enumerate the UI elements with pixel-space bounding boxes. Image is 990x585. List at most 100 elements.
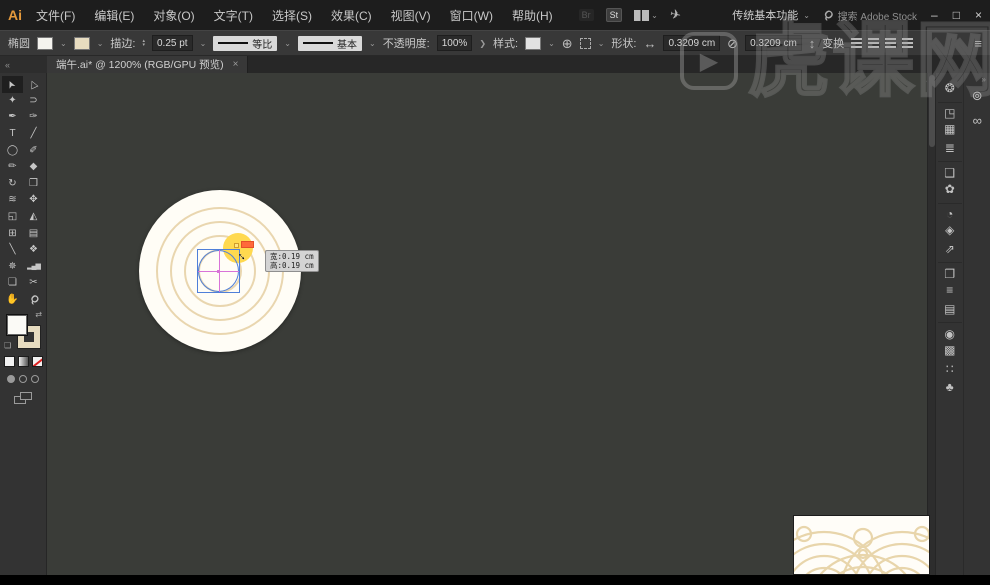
draw-normal-icon[interactable] (7, 375, 15, 383)
seigaiha-pattern-preview[interactable] (793, 515, 930, 575)
toolbar-tool-symbol-sprayer[interactable]: ✵ (2, 259, 23, 276)
dock-icon-artboards[interactable]: ❐ (938, 262, 962, 281)
menu-item[interactable]: 编辑(E) (94, 7, 134, 24)
document-setup-icon[interactable]: ⊕ (562, 37, 573, 50)
menu-item[interactable]: 帮助(H) (512, 7, 553, 24)
toolbar-tool-width[interactable]: ≋ (2, 192, 23, 209)
scrollbar-thumb[interactable] (929, 75, 935, 147)
document-tab[interactable]: 端午.ai* @ 1200% (RGB/GPU 预览) × (47, 56, 248, 73)
menu-item[interactable]: 文件(F) (36, 7, 75, 24)
toolbar-tool-scale[interactable]: ❒ (23, 176, 44, 193)
dock-icon-libraries[interactable]: ⊚ (965, 84, 989, 108)
menu-item[interactable]: 视图(V) (391, 7, 431, 24)
tab-close-icon[interactable]: × (233, 59, 239, 70)
dock-icon-brushes[interactable]: ∷ (938, 359, 962, 378)
toolbar-tool-mesh[interactable]: ⊞ (2, 225, 23, 242)
vertical-scrollbar[interactable] (927, 73, 935, 575)
chevron-down-icon[interactable]: ⌄ (284, 39, 291, 48)
toolbar-tool-direct-selection[interactable]: ▷ (23, 76, 44, 93)
link-dimensions-icon[interactable]: ⊘ (727, 37, 738, 50)
toolbar-tool-paintbrush[interactable]: ✐ (23, 142, 44, 159)
selection-bounding-box[interactable] (197, 249, 240, 293)
share-icon[interactable]: ✈ (668, 6, 682, 24)
maximize-button[interactable]: □ (953, 8, 960, 22)
menu-item[interactable]: 文字(T) (214, 7, 253, 24)
dock-icon-swatches[interactable]: ▦ (938, 120, 962, 139)
toolbar-tool-eraser[interactable]: ◆ (23, 159, 44, 176)
fill-color-swatch[interactable] (37, 37, 53, 50)
none-button[interactable] (32, 356, 43, 367)
workspace-switcher[interactable]: 传统基本功能⌄ (732, 7, 810, 23)
dock-icon-symbols[interactable]: ▩ (938, 341, 962, 360)
toolbar-tool-pen[interactable]: ✒ (2, 109, 23, 126)
dock-icon-align[interactable]: ≣ (938, 139, 962, 158)
stroke-weight-stepper[interactable]: ▴▾ (142, 39, 145, 47)
stroke-color-swatch[interactable] (74, 37, 90, 50)
align-icon[interactable] (868, 38, 879, 48)
screen-mode-icon[interactable] (14, 392, 32, 404)
canvas-area[interactable]: ↕ 宽:0.19 cm 高:0.19 cm (47, 73, 935, 575)
swap-fill-stroke-icon[interactable]: ⇄ (35, 310, 42, 319)
bridge-icon[interactable]: Br (579, 9, 594, 21)
toolbar-tool-artboard[interactable]: ❏ (2, 275, 23, 292)
align-icon[interactable] (902, 38, 913, 48)
toolbar-collapse-icon[interactable]: « (0, 56, 47, 73)
toolbar-tool-shape-builder[interactable]: ◱ (2, 209, 23, 226)
close-button[interactable]: × (975, 8, 982, 22)
chevron-down-icon[interactable]: ⌄ (369, 39, 376, 48)
gradient-button[interactable] (18, 356, 29, 367)
dock-icon-export[interactable]: ⇗ (938, 240, 962, 259)
dock-icon-color-guide[interactable]: ◳ (938, 102, 962, 121)
toolbar-tool-eyedropper[interactable]: ╲ (2, 242, 23, 259)
chevron-down-icon[interactable]: ⌄ (97, 39, 104, 48)
draw-inside-icon[interactable] (31, 375, 39, 383)
chevron-down-icon[interactable]: ⌄ (548, 39, 555, 48)
toolbar-tool-hand[interactable]: ✋ (2, 292, 23, 309)
fill-indicator-swatch[interactable] (6, 314, 28, 336)
menu-item[interactable]: 选择(S) (272, 7, 312, 24)
align-icon[interactable] (885, 38, 896, 48)
stock-search-input[interactable]: Q 搜索 Adobe Stock (824, 8, 917, 23)
toolbar-tool-zoom[interactable]: Q (23, 292, 44, 309)
stock-icon[interactable]: St (606, 8, 623, 22)
dock-icon-gradient-annotator[interactable]: ▤ (938, 300, 962, 319)
dock-icon-color-themes[interactable]: ✿ (938, 180, 962, 199)
shape-width-field[interactable]: 0.3209 cm (663, 35, 720, 51)
dock-icon-appearance[interactable]: ◉ (938, 322, 962, 341)
align-icon[interactable] (851, 38, 862, 48)
draw-behind-icon[interactable] (19, 375, 27, 383)
dock-icon-symbol-libraries[interactable]: ♣ (938, 378, 962, 397)
toolbar-tool-blend[interactable]: ❖ (23, 242, 44, 259)
toolbar-tool-line-segment[interactable]: ╱ (23, 126, 44, 143)
color-button[interactable] (4, 356, 15, 367)
toolbar-tool-curvature[interactable]: ✑ (23, 109, 44, 126)
dock-icon-properties[interactable]: ≡ (938, 281, 962, 300)
toolbar-tool-lasso[interactable]: ⊃ (23, 93, 44, 110)
toolbar-tool-gradient[interactable]: ▤ (23, 225, 44, 242)
opacity-field[interactable]: 100% (437, 35, 473, 51)
chevron-down-icon[interactable]: ⌄ (598, 39, 605, 48)
brush-definition-select[interactable]: 基本 (298, 36, 362, 51)
chevron-down-icon[interactable]: ⌄ (60, 39, 67, 48)
dock-icon-color[interactable]: ❂ (938, 79, 962, 98)
opacity-panel-arrow[interactable]: ❯ (479, 39, 486, 48)
menu-item[interactable]: 窗口(W) (450, 7, 493, 24)
toolbar-tool-slice[interactable]: ✂ (23, 275, 44, 292)
toolbar-tool-free-transform[interactable]: ✥ (23, 192, 44, 209)
toolbar-tool-perspective-grid[interactable]: ◭ (23, 209, 44, 226)
menu-item[interactable]: 对象(O) (153, 7, 194, 24)
dock-icon-layers[interactable]: ◈ (938, 221, 962, 240)
panel-menu-icon[interactable]: ≡ (974, 36, 982, 51)
toolbar-tool-shaper[interactable]: ✏ (2, 159, 23, 176)
menu-item[interactable]: 效果(C) (331, 7, 372, 24)
arrange-documents-icon[interactable]: ⌄ (634, 10, 658, 21)
dock-collapse-icon[interactable]: » (982, 75, 986, 84)
dock-icon-creative-cloud[interactable]: ∞ (965, 108, 989, 132)
stroke-weight-field[interactable]: 0.25 pt (152, 35, 193, 51)
chevron-down-icon[interactable]: ⌄ (200, 39, 207, 48)
dock-icon-pathfinder[interactable]: ❑ (938, 161, 962, 180)
default-fill-stroke-icon[interactable]: ❏ (4, 341, 11, 350)
transform-label[interactable]: 变换 (822, 35, 844, 51)
toolbar-tool-magic-wand[interactable]: ✦ (2, 93, 23, 110)
shape-height-field[interactable]: 0.3209 cm (745, 35, 802, 51)
